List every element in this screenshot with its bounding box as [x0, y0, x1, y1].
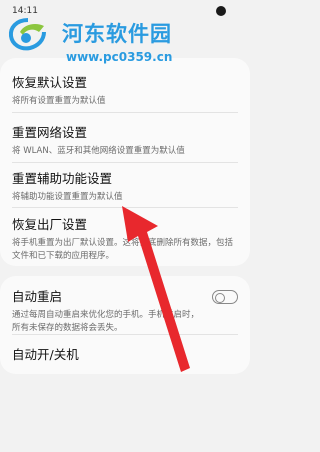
reset-all-settings-title: 恢复默认设置: [12, 75, 88, 90]
divider: [12, 162, 238, 163]
divider: [12, 334, 238, 335]
divider: [12, 112, 238, 113]
restart-options-card: 自动重启 通过每周自动重启来优化您的手机。手机重启时，所有未保存的数据将会丢失。…: [0, 276, 250, 374]
reset-options-card: 恢复默认设置 将所有设置重置为默认值 重置网络设置 将 WLAN、蓝牙和其他网络…: [0, 58, 250, 266]
watermark-url: www.pc0359.cn: [66, 50, 173, 64]
factory-reset-desc: 将手机重置为出厂默认设置。这将彻底删除所有数据，包括文件和已下载的应用程序。: [12, 238, 234, 261]
watermark: 河东软件园 www.pc0359.cn: [2, 10, 248, 70]
reset-network-settings-title: 重置网络设置: [12, 125, 88, 140]
watermark-logo-icon: [8, 18, 46, 51]
reset-network-settings-item[interactable]: 重置网络设置 将 WLAN、蓝牙和其他网络设置重置为默认值: [12, 122, 238, 158]
reset-accessibility-settings-desc: 将辅助功能设置重置为默认值: [12, 192, 123, 202]
toggle-knob: [215, 292, 225, 303]
auto-power-title: 自动开/关机: [12, 347, 79, 362]
reset-all-settings-item[interactable]: 恢复默认设置 将所有设置重置为默认值: [12, 72, 238, 108]
factory-reset-title: 恢复出厂设置: [12, 217, 88, 232]
reset-accessibility-settings-item[interactable]: 重置辅助功能设置 将辅助功能设置重置为默认值: [12, 168, 238, 204]
factory-reset-item[interactable]: 恢复出厂设置 将手机重置为出厂默认设置。这将彻底删除所有数据，包括文件和已下载的…: [12, 214, 238, 263]
watermark-title: 河东软件园: [62, 21, 172, 46]
auto-restart-item[interactable]: 自动重启 通过每周自动重启来优化您的手机。手机重启时，所有未保存的数据将会丢失。: [12, 286, 202, 335]
auto-restart-desc: 通过每周自动重启来优化您的手机。手机重启时，所有未保存的数据将会丢失。: [12, 310, 200, 333]
auto-restart-title: 自动重启: [12, 289, 63, 304]
auto-power-item[interactable]: 自动开/关机: [12, 344, 238, 363]
reset-all-settings-desc: 将所有设置重置为默认值: [12, 96, 106, 106]
auto-restart-toggle[interactable]: [212, 290, 238, 304]
reset-accessibility-settings-title: 重置辅助功能设置: [12, 171, 113, 186]
reset-network-settings-desc: 将 WLAN、蓝牙和其他网络设置重置为默认值: [12, 146, 185, 156]
divider: [12, 207, 238, 208]
